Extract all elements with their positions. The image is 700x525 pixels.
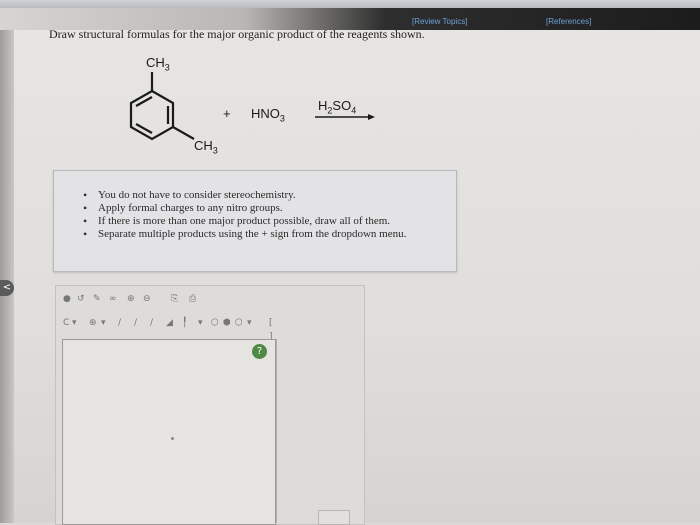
ch3-top-label: CH3 [146,55,170,73]
paste-icon[interactable]: ⎙ [189,292,196,306]
question-text: Draw structural formulas for the major o… [49,27,425,41]
chevron-down-icon[interactable]: ▾ [247,316,252,330]
triple-bond-icon[interactable]: ∕ [150,316,153,330]
wedge-bond-icon[interactable]: ◢ [166,316,173,330]
chevron-down-icon[interactable]: ▾ [72,316,77,330]
undo-icon[interactable]: ● [63,292,71,306]
canvas-cursor [171,437,174,440]
single-bond-icon[interactable]: ∕ [118,316,121,330]
copy-icon[interactable]: ⎘ [171,292,178,306]
note-item: Separate multiple products using the + s… [83,228,456,241]
review-topics-link[interactable]: [Review Topics] [412,17,467,26]
methyl-bond-bottom [172,126,195,140]
charge-selector[interactable]: ⊕ [89,316,97,330]
drawing-canvas[interactable] [62,339,276,525]
divider [276,339,277,523]
catalyst-label: H2SO4 [318,98,357,116]
zoom-out-icon[interactable]: ⊖ [143,292,151,306]
benzene-ring [129,89,175,141]
reagent-label: HNO3 [251,106,285,124]
redo-icon[interactable]: ↺ [77,292,85,306]
element-selector[interactable]: C [63,316,69,330]
zoom-in-icon[interactable]: ⊕ [127,292,135,306]
left-rail [0,30,14,523]
lasso-icon[interactable]: ∞ [109,292,117,306]
chevron-down-icon[interactable]: ▾ [198,316,203,330]
plus-sign: + [223,106,231,121]
ring-icon[interactable]: ⬡ [235,316,243,330]
references-link[interactable]: [References] [546,17,591,26]
double-bond-icon[interactable]: ∕ [134,316,137,330]
chevron-down-icon[interactable]: ▾ [101,316,106,330]
ring-icon[interactable]: ⬢ [223,316,231,330]
note-item: You do not have to consider stereochemis… [83,189,456,202]
help-icon[interactable]: ? [252,344,267,359]
instructions-box: You do not have to consider stereochemis… [53,170,457,272]
ring-icon[interactable]: ⬡ [211,316,219,330]
ch3-bottom-label: CH3 [194,138,218,156]
top-band [0,0,700,8]
note-item: If there is more than one major product … [83,215,456,228]
hash-bond-icon[interactable]: ╿ [182,316,187,330]
reaction-arrow-head [368,114,375,120]
eraser-icon[interactable]: ✎ [93,292,101,306]
note-item: Apply formal charges to any nitro groups… [83,202,456,215]
